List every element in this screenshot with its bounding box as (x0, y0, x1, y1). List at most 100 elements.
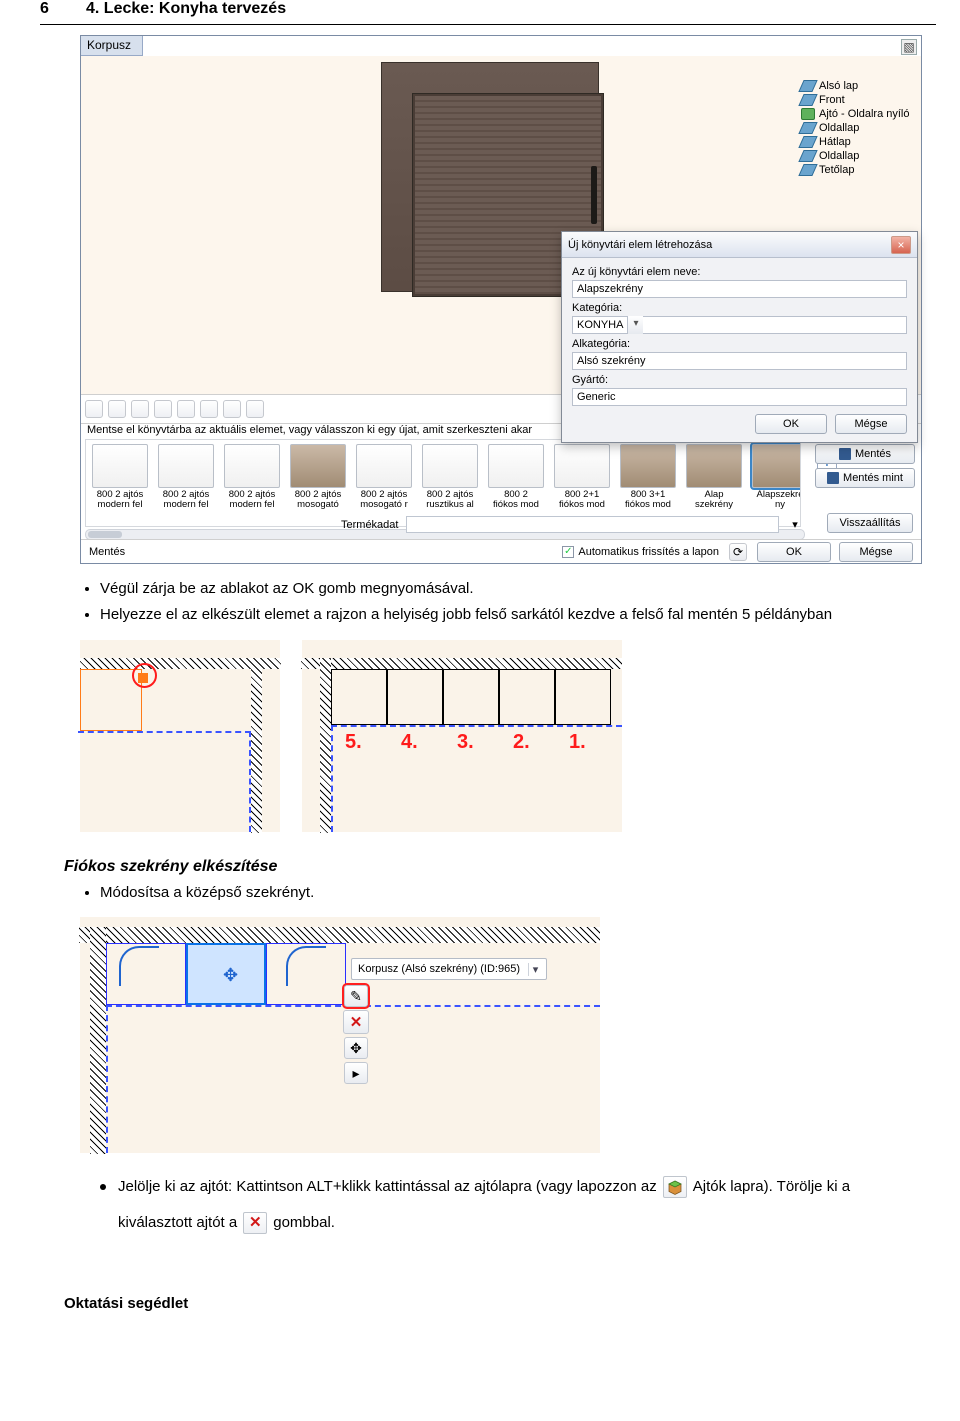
chevron-down-icon[interactable]: ▾ (528, 963, 542, 976)
dropdown-icon[interactable]: ▾ (787, 518, 803, 531)
tree-item: Alsó lap (801, 80, 915, 92)
placement-diagram: 5. 4. 3. 2. 1. (80, 640, 936, 832)
delete-x-icon[interactable]: ✕ (343, 1010, 369, 1034)
tool-icon[interactable] (85, 400, 103, 418)
window-tab[interactable]: Korpusz (81, 36, 143, 56)
move-handle-icon: ✥ (223, 965, 238, 986)
library-item[interactable]: 800 2 ajtósmosogató (290, 444, 346, 526)
edit-diagram: ✥ Korpusz (Alsó szekrény) (ID:965) ▾ ✎ ✕… (80, 917, 600, 1153)
product-label: Termékadat (341, 519, 398, 531)
library-item-selected[interactable]: Alapszekrény (752, 444, 801, 526)
field-label: Alkategória: (572, 338, 907, 350)
tool-icon[interactable] (177, 400, 195, 418)
subheading: Fiókos szekrény elkészítése (64, 858, 936, 876)
tool-icon[interactable] (223, 400, 241, 418)
save-button[interactable]: Mentés (815, 444, 915, 464)
manufacturer-input[interactable]: Generic (572, 388, 907, 406)
bullet-dot (100, 1184, 106, 1190)
library-item[interactable]: 800 3+1fiókos mod (620, 444, 676, 526)
product-row: Termékadat ▾ (341, 516, 803, 533)
cabinet-handle (591, 166, 597, 224)
dialog-ok-button[interactable]: OK (755, 414, 827, 434)
subcategory-input[interactable]: Alsó szekrény (572, 352, 907, 370)
auto-refresh-checkbox[interactable]: ✓ (562, 546, 574, 558)
bullet-text: Végül zárja be az ablakot az OK gomb meg… (100, 578, 936, 600)
blue-dashed-frame (78, 731, 251, 832)
slot (331, 669, 387, 725)
auto-refresh-label: Automatikus frissítés a lapon (578, 546, 719, 558)
field-label: Az új könyvtári elem neve: (572, 266, 907, 278)
footer-text: Oktatási segédlet (64, 1295, 936, 1312)
delete-x-icon: ✕ (243, 1212, 267, 1234)
save-as-button[interactable]: Mentés mint (815, 468, 915, 488)
panel-icon (798, 150, 817, 162)
library-item[interactable]: 800 2fiókos mod (488, 444, 544, 526)
tree-item: Oldallap (801, 150, 915, 162)
bullet-text: Módosítsa a középső szekrényt. (100, 882, 936, 904)
disk-icon (839, 448, 851, 460)
library-item[interactable]: 800 2 ajtósmodern fel (224, 444, 280, 526)
screenshot-korpusz-window: Korpusz ▧ Alsó lap Front Ajtó - Oldalra … (80, 35, 922, 564)
library-item[interactable]: 800 2 ajtósrusztikus al (422, 444, 478, 526)
slot (499, 669, 555, 725)
page-title: 4. Lecke: Konyha tervezés (86, 0, 286, 18)
tree-item: Hátlap (801, 136, 915, 148)
tree-item: Tetőlap (801, 164, 915, 176)
selection-popup[interactable]: Korpusz (Alsó szekrény) (ID:965) ▾ (351, 958, 547, 980)
panel-icon (798, 136, 817, 148)
bullet-text: Helyezze el az elkészült elemet a rajzon… (100, 604, 936, 626)
more-icon[interactable]: ▸ (344, 1062, 368, 1084)
header-rule (40, 24, 936, 25)
category-select[interactable]: KONYHA▾ (572, 316, 907, 334)
field-label: Kategória: (572, 302, 907, 314)
tool-icon[interactable] (200, 400, 218, 418)
window-bottom-bar: Mentés ✓ Automatikus frissítés a lapon ⟳… (81, 539, 921, 563)
diagram-left (80, 640, 280, 832)
page-number: 6 (40, 0, 86, 18)
dialog-title: Új könyvtári elem létrehozása (568, 239, 712, 251)
library-item[interactable]: Alapszekrény (686, 444, 742, 526)
inline-note: Jelölje ki az ajtót: Kattintson ALT+klik… (100, 1175, 936, 1235)
field-label: Gyártó: (572, 374, 907, 386)
product-field[interactable] (406, 516, 779, 533)
body-bullets: Végül zárja be az ablakot az OK gomb meg… (100, 578, 936, 626)
reset-button[interactable]: Visszaállítás (827, 513, 913, 533)
ok-button[interactable]: OK (757, 542, 831, 562)
library-item[interactable]: 800 2+1fiókos mod (554, 444, 610, 526)
disk-icon (827, 472, 839, 484)
tree-item: Oldallap (801, 122, 915, 134)
rotate-handle-icon (286, 946, 326, 986)
popup-label: Korpusz (Alsó szekrény) (ID:965) (358, 963, 520, 975)
tool-icon[interactable] (246, 400, 264, 418)
new-library-item-dialog: Új könyvtári elem létrehozása × Az új kö… (561, 231, 918, 443)
component-tree[interactable]: Alsó lap Front Ajtó - Oldalra nyíló Olda… (801, 80, 915, 178)
tree-item: Ajtó - Oldalra nyíló (801, 108, 915, 120)
diagram-right: 5. 4. 3. 2. 1. (302, 640, 622, 832)
edit-pencil-icon[interactable]: ✎ (344, 985, 368, 1007)
cancel-button[interactable]: Mégse (839, 542, 913, 562)
slot (443, 669, 499, 725)
refresh-button[interactable]: ⟳ (729, 543, 747, 561)
context-toolbar: ✎ ✕ ✥ ▸ (343, 985, 369, 1084)
tool-icon[interactable] (131, 400, 149, 418)
library-hint: Mentse el könyvtárba az aktuális elemet,… (87, 424, 532, 436)
dialog-cancel-button[interactable]: Mégse (835, 414, 907, 434)
doors-tab-icon (663, 1176, 687, 1198)
library-item[interactable]: 800 2 ajtósmodern fel (92, 444, 148, 526)
bottom-tab-label[interactable]: Mentés (89, 546, 125, 558)
chevron-down-icon[interactable]: ▾ (627, 316, 643, 334)
panel-icon (798, 80, 817, 92)
name-input[interactable]: Alapszekrény (572, 280, 907, 298)
move-icon[interactable]: ✥ (344, 1037, 368, 1059)
close-icon[interactable]: × (891, 236, 911, 254)
panel-icon (798, 122, 817, 134)
library-strip[interactable]: 800 2 ajtósmodern fel 800 2 ajtósmodern … (85, 439, 801, 527)
library-item[interactable]: 800 2 ajtósmodern fel (158, 444, 214, 526)
dialog-titlebar[interactable]: Új könyvtári elem létrehozása × (562, 232, 917, 258)
panel-icon (798, 164, 817, 176)
tool-icon[interactable] (154, 400, 172, 418)
tool-icon[interactable] (108, 400, 126, 418)
blue-dashed-frame (331, 725, 622, 832)
library-item[interactable]: 800 2 ajtósmosogató r (356, 444, 412, 526)
window-action-icon[interactable]: ▧ (901, 39, 917, 55)
